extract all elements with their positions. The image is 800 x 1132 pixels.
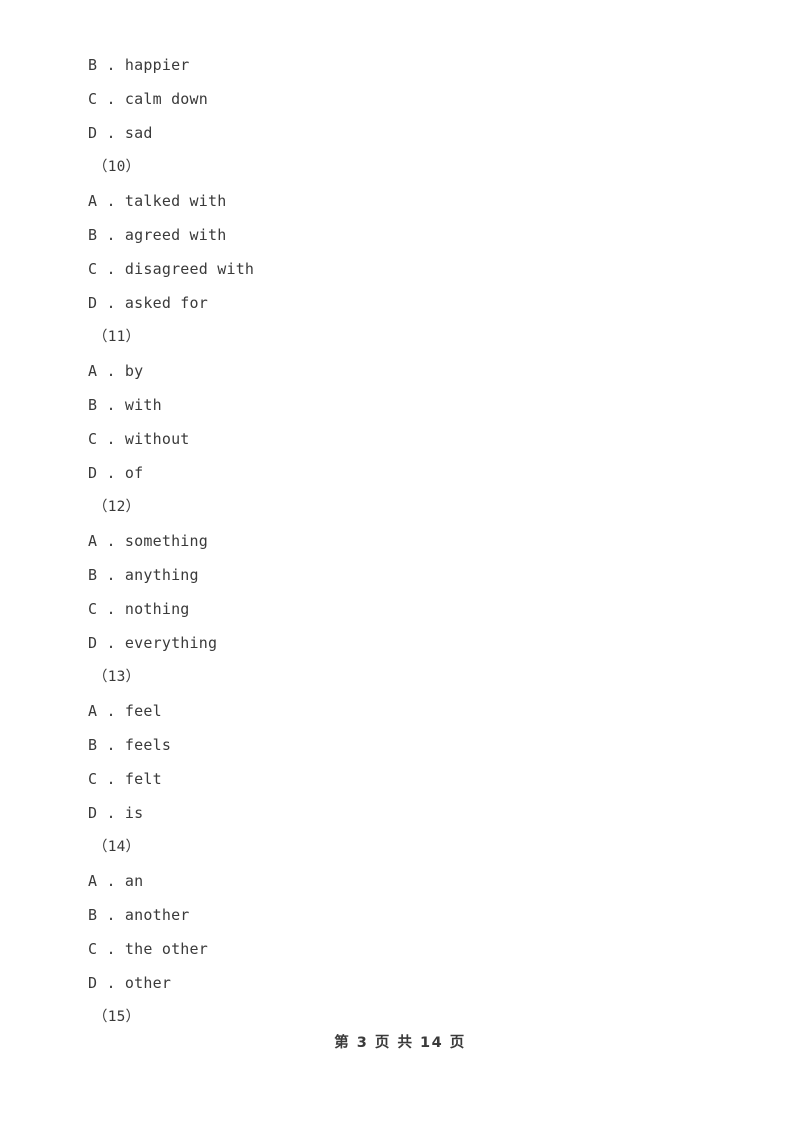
answer-option: B . anything xyxy=(88,566,199,584)
answer-option: A . something xyxy=(88,532,208,550)
answer-option: D . other xyxy=(88,974,172,992)
answer-option: A . by xyxy=(88,362,144,380)
answer-option: C . nothing xyxy=(88,600,190,618)
answer-option: B . feels xyxy=(88,736,172,754)
question-number: （15） xyxy=(93,1009,141,1025)
answer-option: A . an xyxy=(88,872,144,890)
question-list: B . happier C . calm down D . sad （10） A . t… xyxy=(88,48,728,1034)
answer-option: A . talked with xyxy=(88,192,227,210)
answer-option: B . agreed with xyxy=(88,226,227,244)
question-number: （10） xyxy=(93,159,141,175)
question-number: （11） xyxy=(93,329,141,345)
answer-option: B . with xyxy=(88,396,162,414)
page-footer: 第 3 页 共 14 页 xyxy=(0,1031,800,1052)
answer-option: C . without xyxy=(88,430,190,448)
answer-option: C . felt xyxy=(88,770,162,788)
question-number: （14） xyxy=(93,839,141,855)
answer-option: D . is xyxy=(88,804,144,822)
answer-option: C . calm down xyxy=(88,90,208,108)
answer-option: B . another xyxy=(88,906,190,924)
answer-option: D . everything xyxy=(88,634,218,652)
answer-option: C . the other xyxy=(88,940,208,958)
answer-option: D . of xyxy=(88,464,144,482)
document-page: B . happier C . calm down D . sad （10） A . t… xyxy=(0,0,800,1132)
answer-option: A . feel xyxy=(88,702,162,720)
question-number: （12） xyxy=(93,499,141,515)
question-number: （13） xyxy=(93,669,141,685)
answer-option: D . sad xyxy=(88,124,153,142)
page-number-indicator: 第 3 页 共 14 页 xyxy=(334,1035,466,1051)
answer-option: D . asked for xyxy=(88,294,208,312)
answer-option: C . disagreed with xyxy=(88,260,255,278)
answer-option: B . happier xyxy=(88,56,190,74)
